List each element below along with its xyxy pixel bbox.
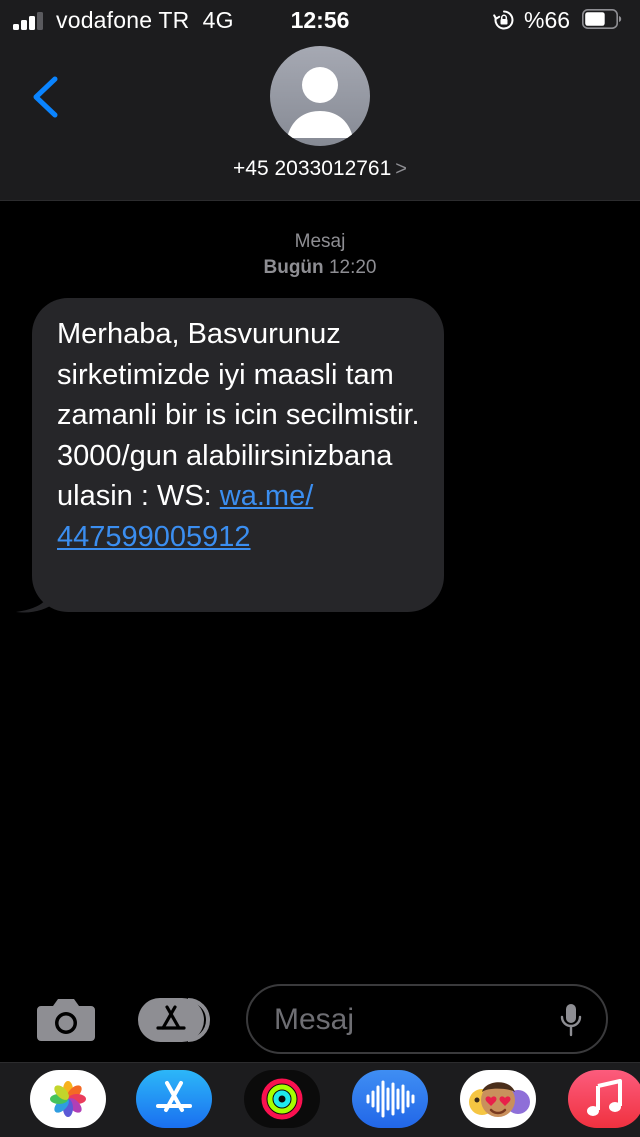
music-note-icon (587, 1079, 622, 1116)
microphone-icon[interactable] (560, 1003, 582, 1037)
activity-app-icon[interactable] (244, 1070, 320, 1128)
chevron-right-icon: > (395, 158, 407, 180)
music-app-icon[interactable] (568, 1070, 640, 1128)
imessage-app-drawer (0, 1062, 640, 1137)
activity-rings-icon (261, 1078, 303, 1120)
memoji-faces-icon (469, 1082, 530, 1117)
message-input[interactable] (272, 998, 546, 1042)
message-meta: Mesaj Bugün 12:20 (0, 229, 640, 281)
photos-app-icon[interactable] (30, 1070, 106, 1128)
battery-percent: %66 (524, 7, 571, 33)
memoji-app-icon[interactable] (460, 1070, 536, 1128)
battery-icon (582, 9, 622, 29)
photos-flower-icon (50, 1081, 86, 1117)
conversation-header: +45 2033012761 > (0, 40, 640, 201)
message-input-field[interactable] (246, 984, 608, 1054)
app-store-icon[interactable] (138, 997, 214, 1043)
camera-icon[interactable] (35, 995, 97, 1043)
chevron-left-icon[interactable] (30, 74, 62, 120)
audio-message-app-icon[interactable] (352, 1070, 428, 1128)
avatar[interactable] (270, 46, 370, 146)
service-label: Mesaj (294, 231, 346, 252)
waveform-icon (366, 1080, 415, 1118)
app-store-app-icon[interactable] (136, 1070, 212, 1128)
rotation-lock-icon (493, 10, 514, 30)
incoming-message-bubble[interactable]: Merhaba, Basvurunuz sirketimizde iyi maa… (32, 298, 444, 612)
app-store-glyph-icon (156, 1081, 192, 1112)
person-silhouette-icon (287, 67, 353, 138)
contact-name-button[interactable]: +45 2033012761 > (0, 157, 640, 181)
contact-number: +45 2033012761 (233, 157, 392, 180)
timestamp: Bugün 12:20 (0, 255, 640, 281)
date-label: Bugün (263, 257, 324, 278)
time-label: 12:20 (328, 257, 377, 278)
composer-bar (0, 980, 640, 1062)
status-bar: vodafone TR 4G 12:56 %66 (0, 0, 640, 40)
